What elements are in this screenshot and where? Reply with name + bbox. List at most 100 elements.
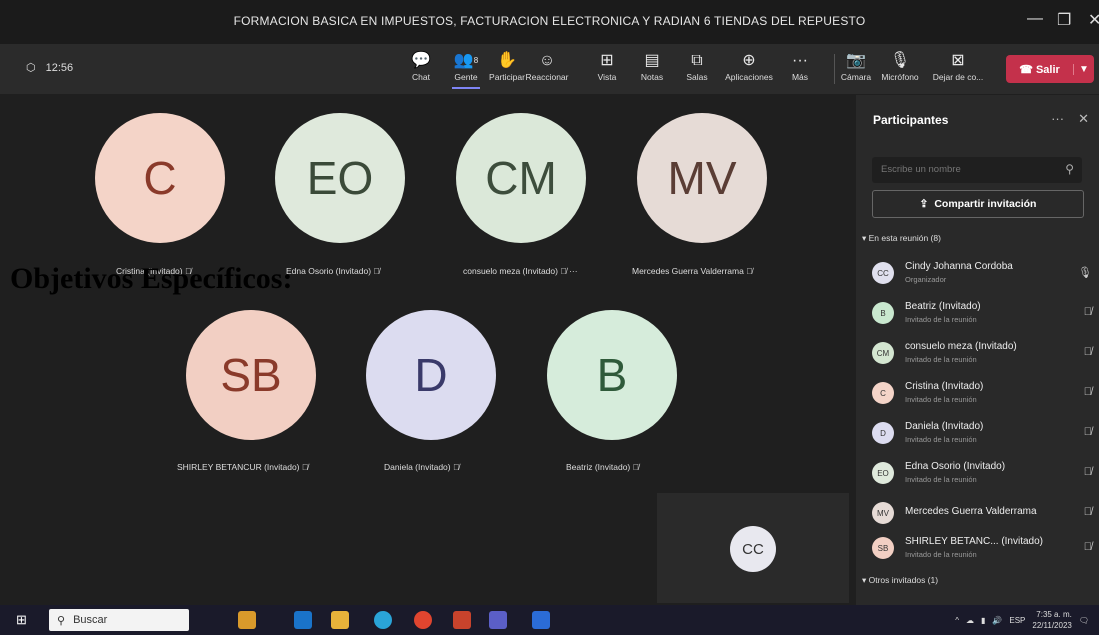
avatar: SB [186, 310, 316, 440]
network-icon[interactable]: ▮ [981, 616, 985, 625]
more-options-icon[interactable]: ··· [569, 266, 578, 276]
leave-options-chevron-icon[interactable]: ▼ [1073, 63, 1094, 75]
participant-row[interactable]: D Daniela (Invitado) Invitado de la reun… [872, 418, 1094, 454]
view-label: Vista [597, 72, 617, 82]
outlook-icon[interactable] [294, 611, 312, 629]
participant-row[interactable]: SB SHIRLEY BETANC... (Invitado) Invitado… [872, 533, 1094, 569]
more-button[interactable]: ··· Más [778, 50, 822, 82]
rooms-button[interactable]: ⧉ Salas [675, 50, 719, 82]
maximize-button[interactable]: ❐ [1057, 10, 1071, 30]
mic-icon: 🎙 [1078, 267, 1092, 279]
stop-share-button[interactable]: ⊠ Dejar de co... [930, 50, 986, 82]
mic-muted-icon: 🎙̸ [1083, 306, 1092, 318]
search-input[interactable] [872, 157, 1061, 175]
hand-icon: ✋ [497, 52, 517, 69]
participant-row-role: Invitado de la reunión [905, 550, 977, 559]
participant-row[interactable]: B Beatriz (Invitado) Invitado de la reun… [872, 298, 1094, 334]
close-button[interactable]: ✕ [1088, 10, 1099, 30]
emoji-icon: ☺ [538, 52, 556, 69]
people-button[interactable]: 👥8 Gente [444, 50, 488, 89]
chat-label: Chat [412, 72, 430, 82]
word-icon[interactable] [532, 611, 550, 629]
volume-icon[interactable]: 🔊 [992, 616, 1002, 625]
participant-tile[interactable]: SB [186, 310, 316, 440]
participant-name: Edna Osorio (Invitado) 🎙̸ [286, 266, 380, 276]
minimize-button[interactable]: — [1027, 10, 1043, 28]
language-indicator[interactable]: ESP [1009, 616, 1025, 625]
avatar: CM [872, 342, 894, 364]
participant-tile[interactable]: B [547, 310, 677, 440]
avatar: CC [872, 262, 894, 284]
people-count-badge: 8 [473, 56, 479, 65]
meeting-time: 12:56 [45, 61, 74, 74]
participant-name: SHIRLEY BETANCUR (Invitado) 🎙̸ [177, 462, 309, 472]
taskbar-search-label: Buscar [73, 614, 108, 626]
mic-button[interactable]: 🎙 Micrófono [876, 50, 924, 82]
apps-button[interactable]: ⊕ Aplicaciones [721, 50, 777, 82]
share-invite-button[interactable]: ⇪ Compartir invitación [872, 190, 1084, 218]
avatar: SB [872, 537, 894, 559]
react-label: Reaccionar [525, 72, 569, 82]
notifications-icon[interactable]: 🗨 [1079, 616, 1089, 625]
mic-muted-icon: 🎙̸ [1083, 346, 1092, 358]
avatar: MV [872, 502, 894, 524]
camera-button[interactable]: 📷 Cámara [838, 50, 874, 82]
notes-button[interactable]: ▤ Notas [630, 50, 674, 82]
participant-row-name: Beatriz (Invitado) [905, 301, 981, 312]
chat-button[interactable]: 💬 Chat [399, 50, 443, 82]
mic-muted-icon: 🎙̸ [560, 266, 567, 276]
participant-row-role: Invitado de la reunión [905, 355, 977, 364]
leave-button[interactable]: ☎ Salir ▼ [1006, 55, 1094, 83]
phone-hangup-icon: ☎ [1019, 63, 1033, 76]
avatar: D [366, 310, 496, 440]
participant-search[interactable]: ⚲ [872, 157, 1082, 183]
participant-row[interactable]: EO Edna Osorio (Invitado) Invitado de la… [872, 458, 1094, 494]
participant-row-name: Cindy Johanna Cordoba [905, 261, 1013, 272]
more-icon[interactable]: ··· [1051, 111, 1064, 127]
briefcase-icon[interactable] [238, 611, 256, 629]
participant-row[interactable]: CM consuelo meza (Invitado) Invitado de … [872, 338, 1094, 374]
in-meeting-section[interactable]: ▾ En esta reunión (8) [862, 233, 941, 244]
window-title: FORMACION BASICA EN IMPUESTOS, FACTURACI… [233, 14, 866, 28]
chrome-icon[interactable] [414, 611, 432, 629]
meeting-toolbar: ⬡ 12:56 💬 Chat 👥8 Gente ✋ Participar ☺ R… [0, 44, 1099, 94]
apps-icon: ⊕ [742, 52, 756, 69]
mic-muted-icon: 🎙̸ [373, 266, 380, 276]
mic-muted-icon: 🎙̸ [632, 462, 639, 472]
participant-tile[interactable]: D [366, 310, 496, 440]
cloud-icon[interactable]: ☁ [966, 616, 974, 625]
search-icon: ⚲ [1065, 162, 1074, 176]
mic-muted-icon: 🎙̸ [1083, 506, 1092, 518]
avatar: B [547, 310, 677, 440]
participant-row[interactable]: C Cristina (Invitado) Invitado de la reu… [872, 378, 1094, 414]
taskbar-clock[interactable]: 7:35 a. m. 22/11/2023 [1032, 609, 1071, 631]
powerpoint-icon[interactable] [453, 611, 471, 629]
participant-tile[interactable]: MV [637, 113, 767, 243]
taskbar-date: 22/11/2023 [1032, 621, 1072, 630]
participant-row[interactable]: CC Cindy Johanna Cordoba Organizador 🎙 [872, 258, 1094, 294]
taskbar-search[interactable]: ⚲ Buscar [49, 609, 189, 631]
participant-row-name: Daniela (Invitado) [905, 421, 984, 432]
participant-tile[interactable]: CM [456, 113, 586, 243]
participant-tile[interactable]: C [95, 113, 225, 243]
participant-row[interactable]: MV Mercedes Guerra Valderrama 🎙̸ [872, 498, 1094, 534]
avatar: MV [637, 113, 767, 243]
chevron-up-icon[interactable]: ^ [955, 616, 959, 625]
teams-icon[interactable] [489, 611, 507, 629]
self-view[interactable]: CC [657, 493, 849, 603]
view-button[interactable]: ⊞ Vista [585, 50, 629, 82]
edge-icon[interactable] [374, 611, 392, 629]
mic-icon: 🎙 [889, 52, 911, 69]
avatar: EO [872, 462, 894, 484]
react-button[interactable]: ☺ Reaccionar [525, 50, 569, 82]
file-explorer-icon[interactable] [331, 611, 349, 629]
leave-main[interactable]: ☎ Salir [1006, 63, 1073, 76]
close-icon[interactable]: ✕ [1078, 111, 1089, 127]
participant-row-name: consuelo meza (Invitado) [905, 341, 1017, 352]
rooms-label: Salas [686, 72, 708, 82]
raise-hand-button[interactable]: ✋ Participar [485, 50, 529, 82]
windows-start-icon[interactable]: ⊞ [16, 612, 27, 628]
other-invitees-section[interactable]: ▾ Otros invitados (1) [862, 575, 938, 586]
participant-tile[interactable]: EO [275, 113, 405, 243]
participant-row-name: Cristina (Invitado) [905, 381, 984, 392]
